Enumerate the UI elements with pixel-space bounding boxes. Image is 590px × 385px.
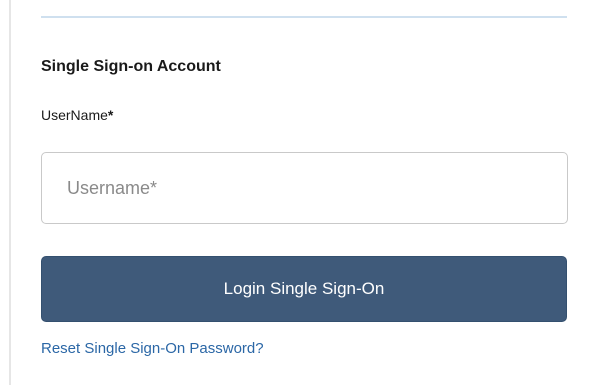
required-asterisk: * xyxy=(107,107,114,123)
section-title: Single Sign-on Account xyxy=(41,58,221,75)
section-divider xyxy=(41,16,567,18)
sso-login-panel: Single Sign-on Account UserName* Login S… xyxy=(0,0,590,385)
username-input[interactable] xyxy=(41,152,568,224)
username-label-text: UserName xyxy=(41,107,108,123)
login-sso-button[interactable]: Login Single Sign-On xyxy=(41,256,567,322)
reset-password-link[interactable]: Reset Single Sign-On Password? xyxy=(41,340,264,357)
left-border xyxy=(9,0,11,385)
username-label: UserName* xyxy=(41,107,113,123)
